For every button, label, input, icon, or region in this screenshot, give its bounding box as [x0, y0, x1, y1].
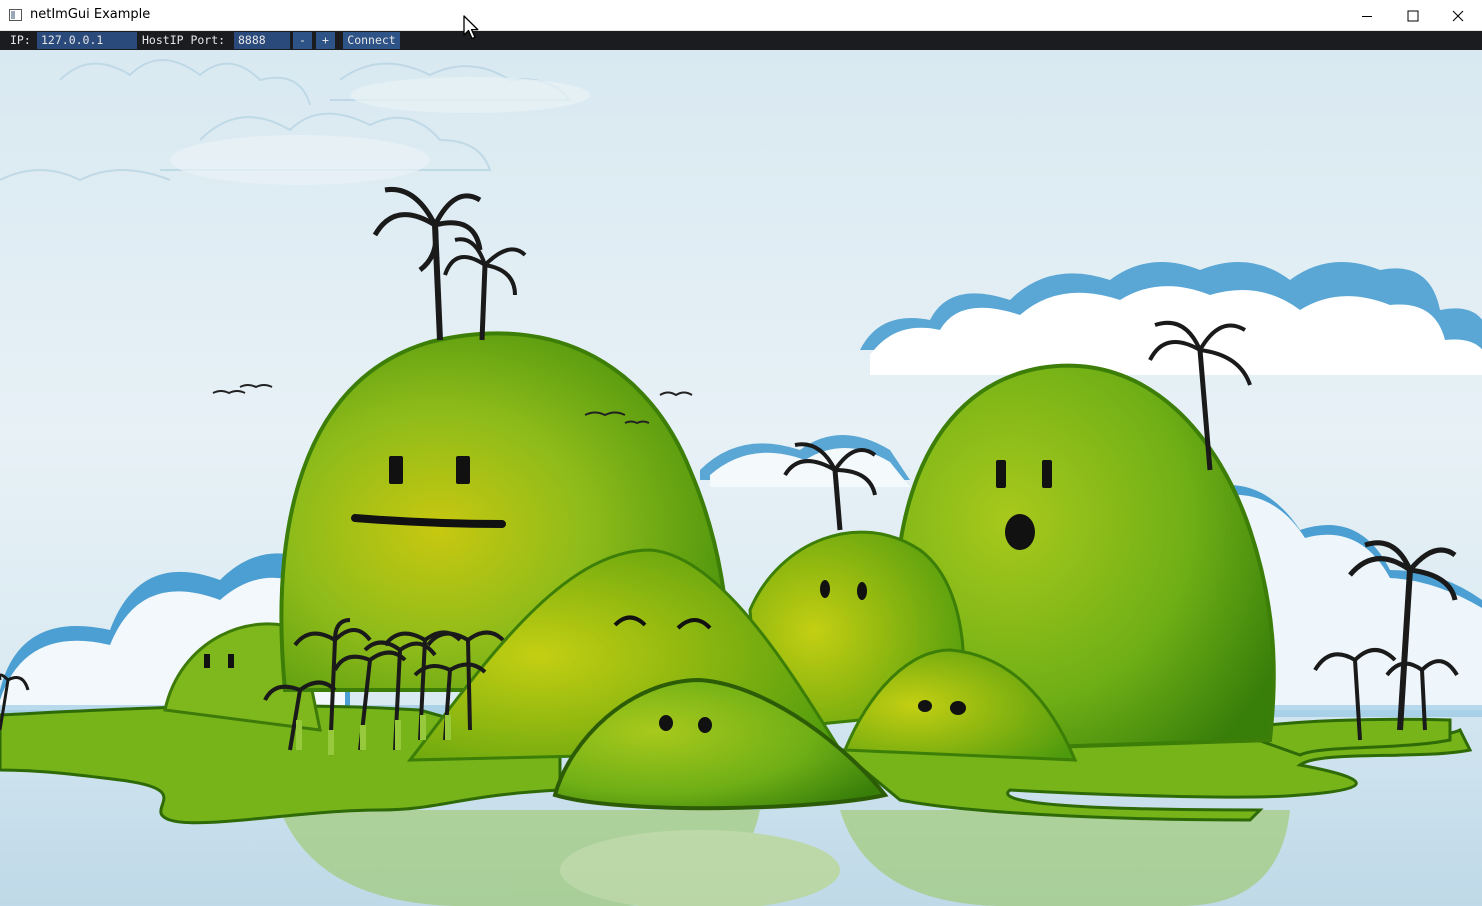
maximize-button[interactable] — [1390, 0, 1436, 31]
island-illustration — [0, 50, 1482, 906]
minimize-button[interactable] — [1344, 0, 1390, 31]
close-icon — [1452, 10, 1464, 21]
port-input-value: 8888 — [238, 33, 266, 47]
ip-input-value: 127.0.0.1 — [41, 33, 104, 47]
hostip-port-label: HostIP Port: — [142, 33, 226, 47]
window-titlebar[interactable]: netImGui Example — [0, 0, 1482, 31]
connection-toolbar: IP: 127.0.0.1 HostIP Port: 8888 - + Conn… — [0, 31, 1482, 50]
ip-label: IP: — [10, 33, 31, 47]
mouse-pointer-icon — [463, 15, 479, 40]
window-title: netImGui Example — [30, 7, 151, 22]
background-scene — [0, 50, 1482, 906]
port-increment-button[interactable]: + — [316, 32, 335, 49]
app-window-icon — [9, 9, 22, 21]
close-button[interactable] — [1435, 0, 1481, 31]
maximize-icon — [1407, 10, 1419, 21]
port-decrement-button[interactable]: - — [293, 32, 312, 49]
minimize-icon — [1362, 15, 1372, 17]
connect-button[interactable]: Connect — [343, 32, 400, 49]
port-input[interactable]: 8888 — [234, 32, 290, 49]
ip-input[interactable]: 127.0.0.1 — [37, 32, 137, 49]
